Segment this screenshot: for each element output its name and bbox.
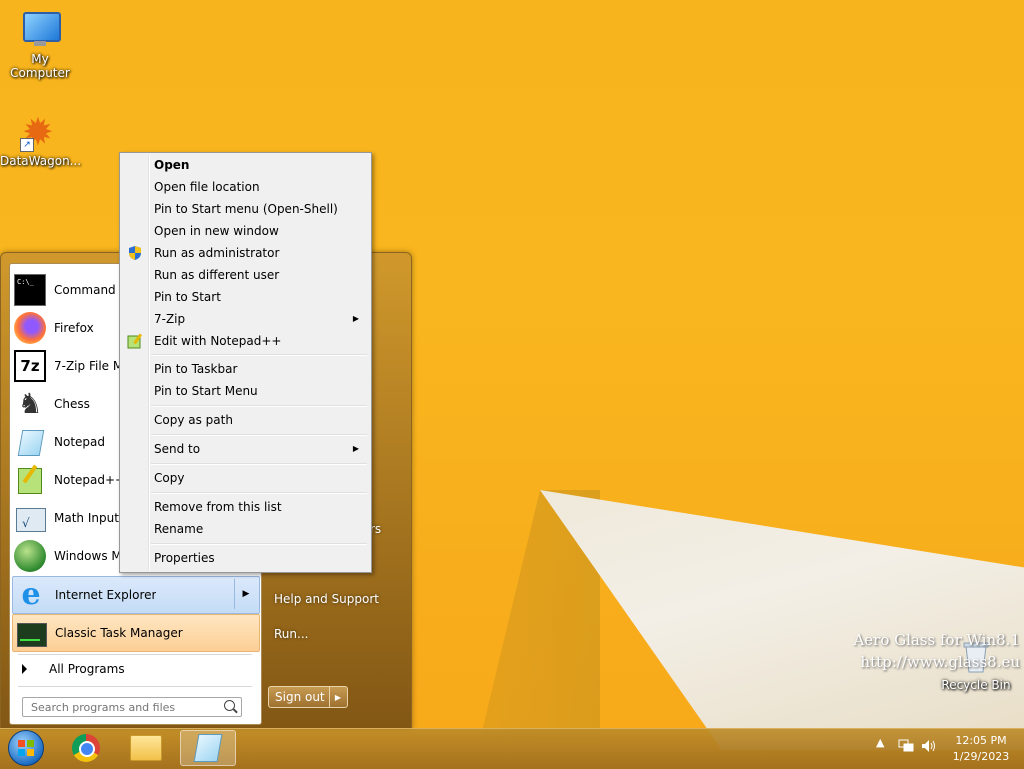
all-programs-button[interactable]: All Programs — [20, 658, 250, 680]
ctx-pin-to-start[interactable]: Pin to Start — [122, 286, 369, 308]
ctx-send-to[interactable]: Send to ▶ — [122, 438, 369, 460]
notepad-icon — [193, 734, 223, 762]
firefox-icon — [14, 312, 46, 344]
ctx-open[interactable]: Open — [122, 154, 369, 176]
windows-media-icon — [14, 540, 46, 572]
desktop-icon-label: Recycle Bin — [941, 678, 1011, 692]
sign-out-button[interactable]: Sign out ▶ — [268, 686, 348, 708]
submenu-arrow-icon: ▶ — [352, 444, 359, 453]
ctx-7zip[interactable]: 7-Zip ▶ — [122, 308, 369, 330]
notepadpp-icon — [14, 464, 46, 496]
context-menu: Open Open file location Pin to Start men… — [119, 152, 372, 573]
desktop-icon-datawagon[interactable]: ✹ ↗ DataWagon... — [0, 110, 82, 168]
7zip-icon: 7z — [14, 350, 46, 382]
taskbar-file-explorer[interactable] — [118, 730, 174, 766]
internet-explorer-icon: e — [21, 577, 41, 612]
sign-out-options-arrow-icon[interactable]: ▶ — [329, 687, 346, 707]
context-menu-separator — [151, 492, 367, 494]
command-prompt-icon: C:\_ — [14, 274, 46, 306]
help-and-support-link[interactable]: Help and Support — [274, 592, 379, 606]
volume-icon[interactable] — [921, 739, 937, 756]
context-menu-separator — [151, 543, 367, 545]
search-input[interactable] — [22, 697, 242, 717]
windows-start-icon — [8, 730, 44, 766]
chess-icon: ♞ — [17, 387, 43, 420]
submenu-arrow-icon: ▶ — [352, 314, 359, 323]
uac-shield-icon — [127, 245, 143, 261]
ctx-run-as-administrator[interactable]: Run as administrator — [122, 242, 369, 264]
task-manager-icon — [15, 617, 47, 649]
program-classic-task-manager[interactable]: Classic Task Manager — [12, 614, 260, 652]
ctx-copy-as-path[interactable]: Copy as path — [122, 409, 369, 431]
wallpaper-shape — [540, 490, 1024, 750]
watermark-line-1: Aero Glass for Win8.1 — [853, 631, 1020, 649]
start-button[interactable] — [0, 730, 52, 766]
folder-icon — [130, 735, 162, 761]
watermark-line-2: http://www.glass8.eu — [860, 653, 1020, 671]
ctx-rename[interactable]: Rename — [122, 518, 369, 540]
taskbar-chrome[interactable] — [58, 730, 114, 766]
desktop-icon-my-computer[interactable]: My Computer — [0, 10, 80, 80]
context-menu-separator — [151, 434, 367, 436]
divider — [18, 654, 252, 655]
ctx-properties[interactable]: Properties — [122, 547, 369, 569]
datawagon-icon: ✹ ↗ — [20, 110, 54, 154]
context-menu-separator — [151, 463, 367, 465]
context-menu-separator — [151, 405, 367, 407]
show-hidden-icons-icon[interactable]: ▲ — [876, 736, 884, 749]
ctx-pin-to-start-menu-openshell[interactable]: Pin to Start menu (Open-Shell) — [122, 198, 369, 220]
ctx-open-in-new-window[interactable]: Open in new window — [122, 220, 369, 242]
ctx-run-as-different-user[interactable]: Run as different user — [122, 264, 369, 286]
math-input-icon: √ — [14, 502, 46, 534]
desktop-icon-label: DataWagon... — [0, 154, 82, 168]
ctx-pin-to-start-menu[interactable]: Pin to Start Menu — [122, 380, 369, 402]
expand-arrow-icon — [22, 664, 27, 674]
ctx-pin-to-taskbar[interactable]: Pin to Taskbar — [122, 358, 369, 380]
ctx-copy[interactable]: Copy — [122, 467, 369, 489]
network-icon[interactable] — [898, 739, 914, 756]
search-icon[interactable] — [224, 700, 235, 711]
computer-icon — [20, 10, 61, 50]
shortcut-arrow-icon: ↗ — [20, 138, 34, 152]
ctx-remove-from-this-list[interactable]: Remove from this list — [122, 496, 369, 518]
clock-date: 1/29/2023 — [952, 750, 1010, 763]
chrome-icon — [72, 734, 100, 762]
notepad-icon — [14, 426, 46, 458]
divider — [18, 686, 252, 687]
ctx-edit-with-notepadpp[interactable]: Edit with Notepad++ — [122, 330, 369, 352]
context-menu-separator — [151, 354, 367, 356]
clock-time: 12:05 PM — [955, 734, 1007, 747]
notepadpp-icon — [127, 333, 143, 349]
program-internet-explorer[interactable]: e Internet Explorer ▶ — [12, 576, 260, 614]
desktop-icon-label: My Computer — [10, 52, 70, 80]
ctx-open-file-location[interactable]: Open file location — [122, 176, 369, 198]
taskbar-notepad[interactable] — [180, 730, 236, 766]
taskbar-clock[interactable]: 12:05 PM 1/29/2023 — [948, 733, 1014, 765]
run-link[interactable]: Run... — [274, 627, 308, 641]
submenu-arrow-icon[interactable]: ▶ — [234, 579, 257, 609]
